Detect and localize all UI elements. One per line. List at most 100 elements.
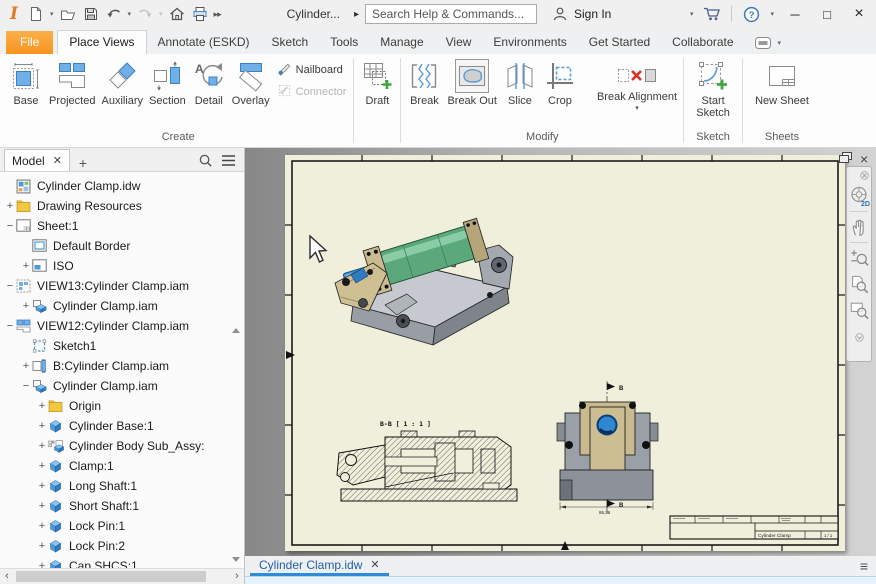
- tab-list-menu-icon[interactable]: ≡: [860, 558, 868, 574]
- ribbon-tab-view[interactable]: View: [435, 31, 483, 54]
- canvas-viewport[interactable]: B-B [ 1 : 1 ]: [245, 148, 876, 556]
- tree-scroll-down-icon[interactable]: [232, 557, 240, 562]
- search-arrow-icon[interactable]: ▸: [354, 9, 359, 20]
- tree-expander-icon[interactable]: −: [20, 380, 32, 392]
- tree-expander-icon[interactable]: +: [36, 440, 48, 452]
- tree-expander-icon[interactable]: −: [4, 220, 16, 232]
- break-out-button[interactable]: Break Out: [444, 58, 500, 108]
- sheets-panel-label[interactable]: Sheets: [750, 130, 814, 147]
- model-tab-close-icon[interactable]: ✕: [53, 154, 62, 167]
- tree-expander-icon[interactable]: +: [4, 200, 16, 212]
- minimize-button[interactable]: ─: [784, 7, 806, 22]
- tree-scroll-up-icon[interactable]: [232, 328, 240, 333]
- open-file-icon[interactable]: [59, 5, 77, 23]
- auxiliary-button[interactable]: Auxiliary: [98, 58, 146, 108]
- ribbon-collapse-caret-icon[interactable]: ▾: [778, 39, 782, 47]
- zoom-window-icon[interactable]: [847, 297, 871, 323]
- tree-expander-icon[interactable]: +: [20, 360, 32, 372]
- tree-expander-icon[interactable]: +: [20, 260, 32, 272]
- overlay-button[interactable]: Overlay: [229, 58, 273, 108]
- ribbon-tab-sketch[interactable]: Sketch: [261, 31, 320, 54]
- steering-wheel-2d-icon[interactable]: 2D: [847, 183, 871, 209]
- tree-item[interactable]: +Cylinder Base:1: [0, 416, 244, 436]
- add-browser-tab-button[interactable]: +: [70, 155, 96, 171]
- break-button[interactable]: Break: [404, 58, 444, 108]
- tree-item[interactable]: +Drawing Resources: [0, 196, 244, 216]
- document-tab-close-icon[interactable]: ✕: [370, 558, 379, 571]
- tree-item[interactable]: −Cylinder Clamp.iam: [0, 376, 244, 396]
- save-icon[interactable]: [82, 5, 100, 23]
- tree-item[interactable]: +Cylinder Clamp.iam: [0, 296, 244, 316]
- section-button[interactable]: Section: [146, 58, 189, 108]
- close-button[interactable]: ×: [848, 5, 870, 23]
- browser-menu-icon[interactable]: [221, 154, 236, 170]
- tree-item[interactable]: +B:Cylinder Clamp.iam: [0, 356, 244, 376]
- tree-expander-icon[interactable]: +: [20, 300, 32, 312]
- help-icon[interactable]: ?: [742, 5, 760, 23]
- tree-item[interactable]: −Sheet:1: [0, 216, 244, 236]
- tree-item[interactable]: +ISO: [0, 256, 244, 276]
- print-icon[interactable]: [191, 5, 209, 23]
- cart-icon[interactable]: [703, 5, 721, 23]
- break-alignment-caret-icon[interactable]: ▾: [635, 104, 639, 112]
- new-sheet-button[interactable]: New Sheet: [752, 58, 812, 108]
- undo-caret-icon[interactable]: ▾: [128, 10, 132, 18]
- sketch-panel-label[interactable]: Sketch: [685, 130, 741, 147]
- slice-button[interactable]: Slice: [500, 58, 540, 108]
- tree-expander-icon[interactable]: −: [4, 320, 16, 332]
- tree-expander-icon[interactable]: +: [36, 460, 48, 472]
- document-close-icon[interactable]: ×: [860, 151, 868, 167]
- section-view[interactable]: B-B [ 1 : 1 ]: [337, 420, 517, 501]
- tree-item[interactable]: +Short Shaft:1: [0, 496, 244, 516]
- tree-item[interactable]: −VIEW12:Cylinder Clamp.iam: [0, 316, 244, 336]
- tree-item[interactable]: +Lock Pin:1: [0, 516, 244, 536]
- scroll-right-icon[interactable]: ›: [230, 569, 244, 584]
- drawing-sheet[interactable]: B-B [ 1 : 1 ]: [285, 155, 845, 551]
- detail-button[interactable]: A Detail: [189, 58, 229, 108]
- tree-item[interactable]: +Cylinder Body Sub_Assy:: [0, 436, 244, 456]
- zoom-all-icon[interactable]: [847, 271, 871, 297]
- tree-expander-icon[interactable]: +: [36, 400, 48, 412]
- ribbon-tab-place-views[interactable]: Place Views: [57, 30, 146, 54]
- scrollbar-thumb[interactable]: [16, 571, 206, 582]
- zoom-in-out-icon[interactable]: [847, 245, 871, 271]
- tree-expander-icon[interactable]: −: [4, 280, 16, 292]
- base-button[interactable]: Base: [6, 58, 46, 108]
- modify-panel-label[interactable]: Modify: [402, 130, 682, 147]
- model-tab[interactable]: Model ✕: [4, 149, 70, 171]
- maximize-button[interactable]: □: [816, 7, 838, 22]
- tree-item[interactable]: Cylinder Clamp.idw: [0, 176, 244, 196]
- tree-item[interactable]: Sketch1: [0, 336, 244, 356]
- draft-button[interactable]: Draft: [357, 58, 397, 108]
- ribbon-tab-annotate-eskd[interactable]: Annotate (ESKD): [147, 31, 261, 54]
- browser-search-icon[interactable]: [198, 153, 213, 171]
- navbar-close-icon[interactable]: [860, 169, 869, 183]
- isometric-view[interactable]: [335, 216, 513, 345]
- tree-expander-icon[interactable]: +: [36, 500, 48, 512]
- navbar-more-icon[interactable]: [855, 331, 864, 345]
- signin-caret-icon[interactable]: ▾: [690, 10, 694, 18]
- help-caret-icon[interactable]: ▾: [770, 10, 774, 18]
- ribbon-tab-manage[interactable]: Manage: [369, 31, 434, 54]
- ribbon-tab-get-started[interactable]: Get Started: [578, 31, 661, 54]
- tree-item[interactable]: +Origin: [0, 396, 244, 416]
- tree-expander-icon[interactable]: +: [36, 420, 48, 432]
- nailboard-button[interactable]: Nailboard: [277, 61, 347, 79]
- tree-expander-icon[interactable]: +: [36, 480, 48, 492]
- undo-icon[interactable]: [105, 5, 123, 23]
- tree-item[interactable]: +Long Shaft:1: [0, 476, 244, 496]
- qat-overflow-icon[interactable]: ▸▸: [214, 9, 221, 20]
- projected-button[interactable]: Projected: [46, 58, 98, 108]
- crop-button[interactable]: Crop: [540, 58, 580, 108]
- tree-expander-icon[interactable]: +: [36, 520, 48, 532]
- tree-item[interactable]: +Clamp:1: [0, 456, 244, 476]
- end-view[interactable]: B: [557, 381, 658, 515]
- ribbon-collapse-button[interactable]: ▾: [755, 37, 782, 49]
- scroll-left-icon[interactable]: ‹: [0, 569, 14, 584]
- tree-expander-icon[interactable]: +: [36, 560, 48, 568]
- tree-expander-icon[interactable]: +: [36, 540, 48, 552]
- ribbon-tab-tools[interactable]: Tools: [319, 31, 369, 54]
- create-panel-label[interactable]: Create: [4, 130, 352, 147]
- document-tab[interactable]: Cylinder Clamp.idw ✕: [250, 556, 389, 576]
- tree-item[interactable]: +Cap SHCS:1: [0, 556, 244, 568]
